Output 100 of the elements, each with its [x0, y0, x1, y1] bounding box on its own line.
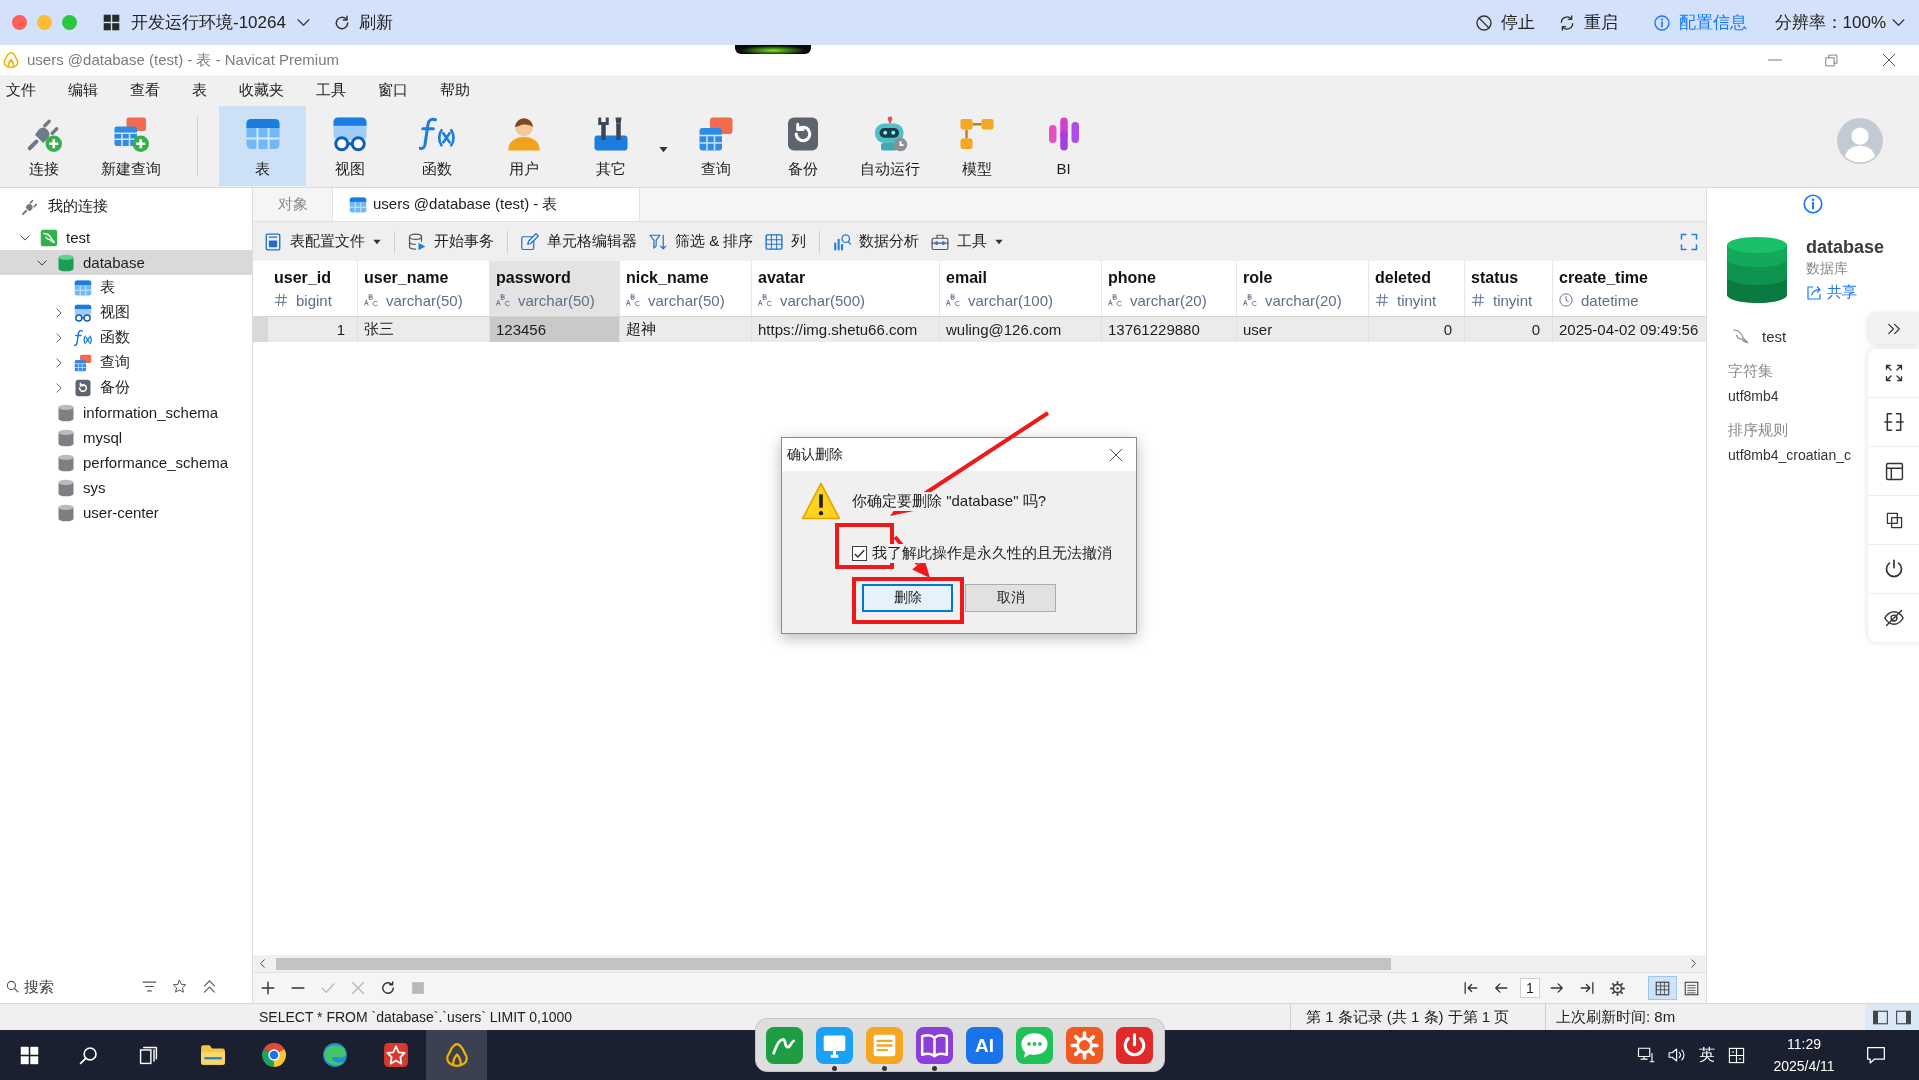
dock-app[interactable]: [816, 1027, 853, 1071]
chart-search-icon: [833, 232, 852, 251]
info-icon[interactable]: [1803, 194, 1823, 214]
tree-item[interactable]: 函数: [0, 325, 252, 350]
tree-item[interactable]: performance_schema: [0, 450, 252, 475]
tree-item[interactable]: mysql: [0, 425, 252, 450]
automation-button[interactable]: 自动运行: [846, 106, 933, 186]
connect-button[interactable]: 连接: [0, 106, 87, 186]
expand-arrows-icon[interactable]: [1885, 364, 1903, 382]
pencil-icon: [521, 232, 539, 251]
view-button[interactable]: 视图: [306, 106, 393, 186]
new-query-button[interactable]: 新建查询: [87, 106, 174, 186]
clock-time[interactable]: 11:29: [1787, 1033, 1821, 1055]
star-icon[interactable]: [172, 979, 187, 994]
menu-item[interactable]: 表: [176, 75, 223, 105]
checkbox-label[interactable]: 我了解此操作是永久性的且无法撤消: [872, 544, 1112, 563]
cancel-button[interactable]: 取消: [965, 584, 1056, 612]
chevron-right-icon[interactable]: [54, 357, 64, 368]
chevron-right-icon[interactable]: [54, 332, 64, 343]
side-toolbar-tab[interactable]: [1868, 314, 1919, 344]
tree-item[interactable]: sys: [0, 475, 252, 500]
columns-button[interactable]: 列: [759, 226, 813, 257]
eye-off-icon[interactable]: [1884, 608, 1904, 628]
dock-app[interactable]: [916, 1027, 953, 1071]
share-link[interactable]: 共享: [1806, 283, 1857, 302]
double-chevron-right-icon[interactable]: [1887, 322, 1901, 336]
menu-item[interactable]: 收藏夹: [223, 75, 300, 105]
clock-date[interactable]: 2025/4/11: [1773, 1055, 1835, 1077]
layout-icon[interactable]: [1884, 461, 1904, 481]
other-button[interactable]: 其它: [567, 106, 654, 186]
chevron-right-icon[interactable]: [1689, 959, 1698, 968]
star-app-icon: [382, 1042, 409, 1068]
scrollbar-thumb[interactable]: [276, 957, 1391, 970]
transaction-button[interactable]: 开始事务: [402, 226, 500, 257]
query-button[interactable]: 查询: [672, 106, 759, 186]
function-button[interactable]: 函数: [393, 106, 480, 186]
menu-item[interactable]: 查看: [114, 75, 176, 105]
tools-button[interactable]: 工具: [925, 226, 1010, 257]
table-row[interactable]: 1 张三 123456 超神 https://img.shetu66.com wuling@126.com 13761229880 user 0 0 2025-04-02 09:49:56: [253, 317, 1706, 342]
chevron-right-icon[interactable]: [54, 307, 64, 318]
tree-item[interactable]: 视图: [0, 300, 252, 325]
panel-right-icon[interactable]: [1896, 1009, 1911, 1025]
tab[interactable]: users @database (test) - 表: [333, 188, 641, 221]
menu-item[interactable]: 帮助: [424, 75, 486, 105]
backup-button[interactable]: 备份: [759, 106, 846, 186]
panel-left-icon[interactable]: [1873, 1009, 1888, 1025]
tree-item[interactable]: 表: [0, 275, 252, 300]
filter-sort-icon: [649, 232, 667, 251]
book-app-icon: [916, 1027, 953, 1064]
search-field[interactable]: 搜索: [24, 975, 124, 998]
filter-button[interactable]: 筛选 & 排序: [643, 226, 760, 257]
delete-button[interactable]: 删除: [862, 584, 953, 612]
input-language[interactable]: 英: [1699, 1044, 1715, 1066]
tree-item[interactable]: test: [0, 225, 252, 250]
tree-item[interactable]: 查询: [0, 350, 252, 375]
keyboard-grid-icon[interactable]: [1728, 1046, 1745, 1064]
tree-item[interactable]: database: [0, 250, 252, 275]
horizontal-scrollbar[interactable]: [253, 955, 1706, 972]
menu-item[interactable]: 编辑: [52, 75, 114, 105]
tree-item[interactable]: information_schema: [0, 400, 252, 425]
power-icon[interactable]: [1884, 559, 1904, 579]
split-icon[interactable]: [1884, 412, 1904, 432]
bi-button[interactable]: BI: [1020, 106, 1107, 186]
column-type: varchar(500): [780, 291, 866, 309]
model-button[interactable]: 模型: [933, 106, 1020, 186]
environment-selector[interactable]: 开发运行环境-10264: [103, 0, 310, 45]
tree-item[interactable]: 备份: [0, 375, 252, 400]
tree-item[interactable]: user-center: [0, 500, 252, 525]
analysis-button[interactable]: 数据分析: [827, 226, 926, 257]
grid-view-button[interactable]: [1648, 976, 1677, 1000]
table-button[interactable]: 表: [219, 106, 306, 186]
menu-item[interactable]: 文件: [0, 75, 52, 105]
checkbox[interactable]: [852, 546, 867, 561]
profile-button[interactable]: 表配置文件: [258, 226, 387, 257]
chevron-down-icon[interactable]: [37, 257, 47, 268]
chevron-right-icon[interactable]: [54, 382, 64, 393]
collapse-icon[interactable]: [202, 979, 217, 994]
user-button[interactable]: 用户: [480, 106, 567, 186]
network-icon[interactable]: [1637, 1046, 1655, 1064]
gear-app-icon: [1066, 1027, 1103, 1064]
refresh-button[interactable]: 刷新: [333, 0, 393, 45]
volume-icon[interactable]: [1668, 1046, 1686, 1064]
notification-icon[interactable]: [1866, 1045, 1886, 1065]
copy-icon[interactable]: [1885, 511, 1903, 529]
caret-down-icon: [658, 145, 668, 154]
menu-item[interactable]: 窗口: [362, 75, 424, 105]
resolution-selector[interactable]: 分辨率：100%: [1774, 0, 1905, 45]
stop-button[interactable]: 停止: [1475, 0, 1535, 45]
menu-item[interactable]: 工具: [300, 75, 362, 105]
chevron-down-icon[interactable]: [20, 232, 30, 243]
filter-icon[interactable]: [142, 979, 157, 994]
column-header[interactable]: password varchar(50): [490, 261, 620, 316]
column-type: varchar(100): [968, 291, 1054, 309]
table-cell: 0: [1369, 317, 1465, 342]
restart-button[interactable]: 重启: [1558, 0, 1618, 45]
page-field[interactable]: 1: [1520, 978, 1540, 998]
chevron-left-icon[interactable]: [258, 959, 267, 968]
fullscreen-icon[interactable]: [1680, 232, 1698, 251]
column-type: bigint: [296, 291, 332, 309]
cell-editor-button[interactable]: 单元格编辑器: [515, 226, 643, 257]
